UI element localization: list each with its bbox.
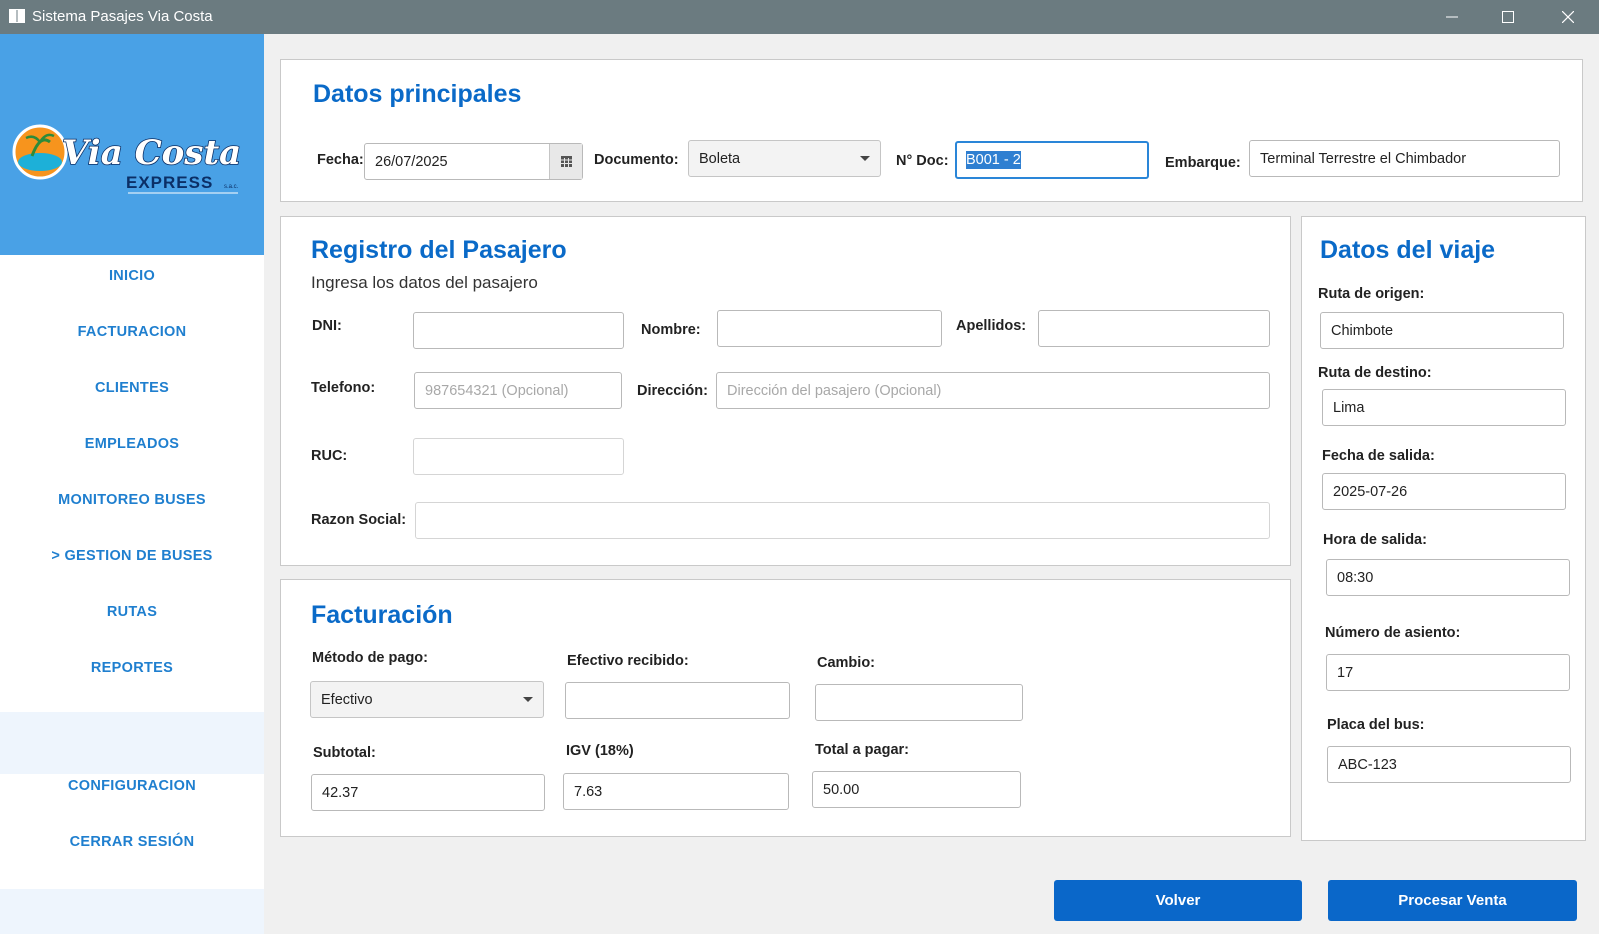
asiento-value: 17	[1337, 664, 1354, 681]
minimize-icon	[1446, 16, 1458, 18]
datos-principales-title: Datos principales	[313, 80, 522, 108]
origen-value: Chimbote	[1331, 322, 1394, 339]
sidebar-spacer	[0, 712, 264, 774]
apellidos-label: Apellidos:	[956, 318, 1027, 334]
nombre-input[interactable]	[717, 310, 942, 347]
sidebar: Via Costa EXPRESS s.a.c. INICIO FACTURAC…	[0, 34, 264, 934]
close-button[interactable]	[1545, 0, 1591, 34]
nav-configuracion[interactable]: CONFIGURACION	[0, 766, 264, 806]
embarque-label: Embarque:	[1165, 155, 1241, 171]
metodo-pago-label: Método de pago:	[312, 650, 428, 666]
efectivo-recibido-input[interactable]	[565, 682, 790, 719]
via-costa-logo: Via Costa EXPRESS s.a.c.	[12, 124, 242, 194]
nav-empleados[interactable]: EMPLEADOS	[0, 424, 264, 464]
nav-rutas[interactable]: RUTAS	[0, 592, 264, 632]
chevron-down-icon	[523, 697, 533, 702]
igv-field[interactable]: 7.63	[563, 773, 789, 810]
maximize-icon	[1502, 11, 1514, 23]
origen-label: Ruta de origen:	[1318, 286, 1425, 302]
fecha-salida-value: 2025-07-26	[1333, 483, 1408, 500]
fecha-label: Fecha:	[317, 152, 364, 168]
subtotal-value: 42.37	[322, 784, 359, 801]
documento-select[interactable]: Boleta	[688, 140, 881, 177]
close-icon	[1562, 11, 1574, 23]
logo-area: Via Costa EXPRESS s.a.c.	[0, 34, 264, 255]
subtotal-field[interactable]: 42.37	[311, 774, 545, 811]
maximize-button[interactable]	[1485, 0, 1531, 34]
svg-text:EXPRESS: EXPRESS	[126, 173, 213, 192]
ndoc-label: N° Doc:	[896, 153, 949, 169]
nav-clientes[interactable]: CLIENTES	[0, 368, 264, 408]
svg-text:Via Costa: Via Costa	[62, 133, 241, 173]
minimize-button[interactable]	[1429, 0, 1475, 34]
embarque-input[interactable]: Terminal Terrestre el Chimbador	[1249, 140, 1560, 177]
origen-field[interactable]: Chimbote	[1320, 312, 1564, 349]
sidebar-footer	[0, 889, 264, 934]
embarque-value: Terminal Terrestre el Chimbador	[1260, 150, 1467, 167]
nav-cerrar-sesion[interactable]: CERRAR SESIÓN	[0, 822, 264, 862]
nav-inicio[interactable]: INICIO	[0, 256, 264, 296]
registro-pasajero-title: Registro del Pasajero	[311, 236, 567, 264]
svg-text:s.a.c.: s.a.c.	[224, 184, 239, 190]
ndoc-input[interactable]: B001 - 2	[955, 141, 1149, 179]
total-label: Total a pagar:	[815, 742, 909, 758]
fecha-salida-label: Fecha de salida:	[1322, 448, 1435, 464]
nombre-label: Nombre:	[641, 322, 701, 338]
nav-facturacion[interactable]: FACTURACION	[0, 312, 264, 352]
fecha-value: 26/07/2025	[375, 153, 448, 170]
nav-reportes[interactable]: REPORTES	[0, 648, 264, 688]
placa-field[interactable]: ABC-123	[1327, 746, 1571, 783]
destino-value: Lima	[1333, 399, 1365, 416]
metodo-pago-value: Efectivo	[321, 691, 373, 708]
hora-salida-value: 08:30	[1337, 569, 1374, 586]
cambio-input[interactable]	[815, 684, 1023, 721]
razon-social-input[interactable]	[415, 502, 1270, 539]
window-title: Sistema Pasajes Via Costa	[32, 8, 213, 25]
registro-pasajero-subtitle: Ingresa los datos del pasajero	[311, 273, 538, 292]
placa-value: ABC-123	[1338, 756, 1397, 773]
telefono-input[interactable]	[414, 372, 622, 409]
metodo-pago-select[interactable]: Efectivo	[310, 681, 544, 718]
telefono-label: Telefono:	[311, 380, 376, 396]
fecha-salida-field[interactable]: 2025-07-26	[1322, 473, 1566, 510]
direccion-label: Dirección:	[637, 383, 708, 399]
datos-viaje-title: Datos del viaje	[1320, 236, 1496, 264]
dni-label: DNI:	[312, 318, 342, 334]
documento-label: Documento:	[594, 152, 679, 168]
destino-field[interactable]: Lima	[1322, 389, 1566, 426]
direccion-input[interactable]	[716, 372, 1270, 409]
ruc-label: RUC:	[311, 448, 348, 464]
asiento-field[interactable]: 17	[1326, 654, 1570, 691]
hora-salida-label: Hora de salida:	[1323, 532, 1427, 548]
subtotal-label: Subtotal:	[313, 745, 376, 761]
calendar-button[interactable]	[549, 144, 582, 179]
efectivo-recibido-label: Efectivo recibido:	[567, 653, 689, 669]
title-bar: Sistema Pasajes Via Costa	[0, 0, 1599, 34]
total-value: 50.00	[823, 781, 860, 798]
hora-salida-field[interactable]: 08:30	[1326, 559, 1570, 596]
chevron-down-icon	[860, 156, 870, 161]
igv-label: IGV (18%)	[566, 743, 634, 759]
ruc-input[interactable]	[413, 438, 624, 475]
igv-value: 7.63	[574, 783, 603, 800]
total-field[interactable]: 50.00	[812, 771, 1021, 808]
facturacion-title: Facturación	[311, 601, 453, 629]
destino-label: Ruta de destino:	[1318, 365, 1432, 381]
dni-input[interactable]	[413, 312, 624, 349]
nav-gestion-buses[interactable]: > GESTION DE BUSES	[0, 536, 264, 576]
placa-label: Placa del bus:	[1327, 717, 1425, 733]
procesar-venta-button[interactable]: Procesar Venta	[1328, 880, 1577, 921]
calendar-icon	[560, 156, 572, 167]
apellidos-input[interactable]	[1038, 310, 1270, 347]
fecha-picker[interactable]: 26/07/2025	[364, 143, 583, 180]
ndoc-value: B001 - 2	[966, 151, 1021, 169]
cambio-label: Cambio:	[817, 655, 875, 671]
documento-value: Boleta	[699, 150, 741, 167]
volver-button[interactable]: Volver	[1054, 880, 1302, 921]
app-icon	[9, 9, 25, 23]
nav-monitoreo-buses[interactable]: MONITOREO BUSES	[0, 480, 264, 520]
razon-social-label: Razon Social:	[311, 512, 407, 528]
asiento-label: Número de asiento:	[1325, 625, 1461, 641]
